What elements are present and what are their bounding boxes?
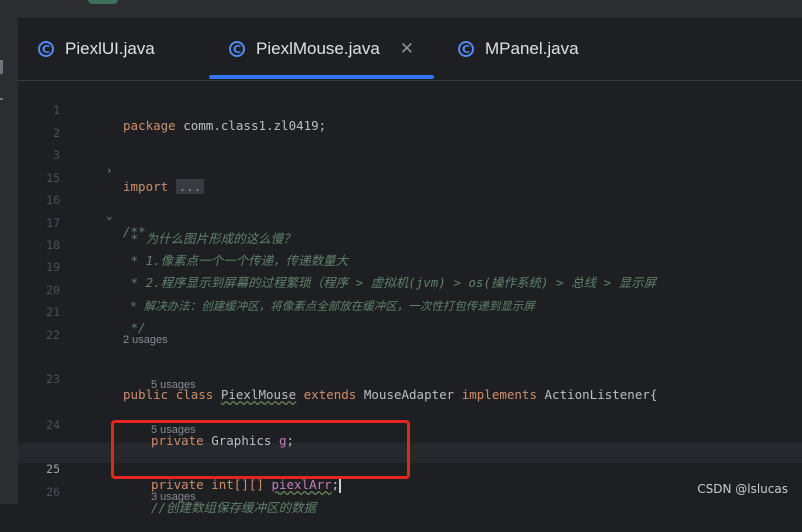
run-widget[interactable]: [88, 0, 118, 4]
tab-label: MPanel.java: [485, 39, 579, 58]
annotation-highlight-box: [111, 420, 410, 479]
tab-piexlmouse[interactable]: C PiexlMouse.java ✕: [209, 18, 435, 80]
tool-window-marker[interactable]: [0, 60, 3, 74]
close-icon[interactable]: ✕: [400, 39, 414, 59]
editor-tab-bar: C PiexlUI.java C PiexlMouse.java ✕ C MPa…: [18, 18, 802, 81]
class-icon: C: [38, 41, 54, 57]
tab-label: PiexlUI.java: [65, 39, 155, 58]
tab-mpanel[interactable]: C MPanel.java: [458, 18, 579, 80]
line-number: 26: [46, 485, 60, 499]
line-number: 24: [46, 418, 60, 432]
class-icon: C: [458, 41, 474, 57]
class-icon: C: [229, 41, 245, 57]
usages-hint[interactable]: 5 usages: [151, 379, 196, 391]
code-editor[interactable]: 1 package comm.class1.zl0419; 2 3 › impo…: [18, 81, 802, 515]
tool-window-marker[interactable]: [0, 98, 3, 100]
tab-label: PiexlMouse.java: [256, 39, 380, 58]
line-number: 22: [46, 328, 60, 342]
tool-window-strip: [0, 18, 19, 504]
title-bar: [0, 0, 802, 19]
tab-piexlui[interactable]: C PiexlUI.java: [38, 18, 155, 80]
watermark: CSDN @lslucas: [697, 482, 788, 496]
usages-hint[interactable]: 2 usages: [123, 334, 168, 346]
usages-hint[interactable]: 3 usages: [151, 491, 196, 503]
line-number: 23: [46, 372, 60, 386]
